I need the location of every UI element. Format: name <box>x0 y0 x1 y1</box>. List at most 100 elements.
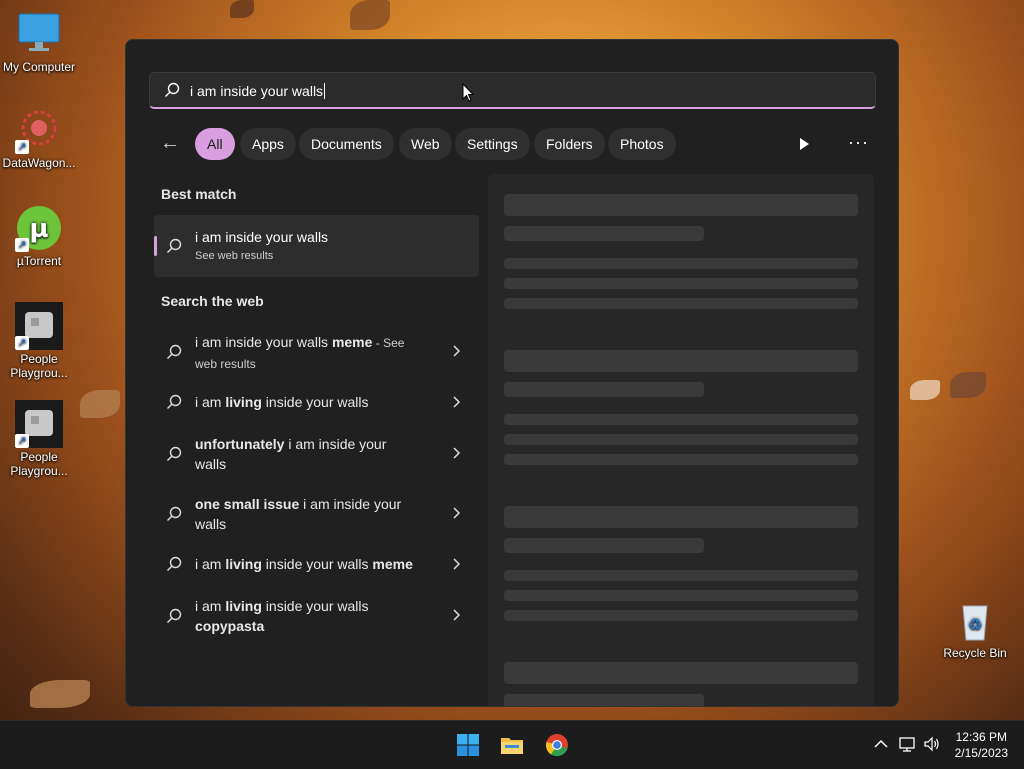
best-match-title: i am inside your walls <box>195 229 329 245</box>
search-icon <box>167 394 182 409</box>
web-result-row[interactable]: one small issue i am inside your walls <box>154 492 479 536</box>
web-result-row[interactable]: i am living inside your walls <box>154 390 479 414</box>
preview-pane-loading <box>488 174 874 706</box>
desktop-icon-my-computer[interactable]: My Computer <box>1 10 77 74</box>
text-caret <box>324 83 326 99</box>
monitor-icon <box>15 10 63 58</box>
search-icon <box>167 608 182 623</box>
search-icon <box>167 446 182 461</box>
skeleton-block <box>504 590 858 601</box>
filter-chip-all[interactable]: All <box>195 128 235 160</box>
web-result-text: i am living inside your walls copypasta <box>195 598 369 634</box>
search-icon <box>167 238 182 253</box>
chevron-right-icon <box>453 558 461 570</box>
filter-chip-photos[interactable]: Photos <box>608 128 676 160</box>
web-result-text: i am inside your walls meme - See web res… <box>195 334 405 371</box>
search-icon <box>167 344 182 359</box>
taskbar-clock[interactable]: 12:36 PM 2/15/2023 <box>955 729 1008 761</box>
skeleton-block <box>504 350 858 372</box>
chevron-up-icon[interactable] <box>872 735 890 753</box>
web-result-row[interactable]: i am living inside your walls copypasta <box>154 594 479 638</box>
desktop-icon-label: Recycle Bin <box>943 646 1007 660</box>
more-options-button[interactable]: ··· <box>848 132 869 153</box>
chevron-right-icon <box>453 447 461 459</box>
recycle-bin-icon: ♻ <box>951 596 999 644</box>
filter-chip-web[interactable]: Web <box>399 128 452 160</box>
wallpaper-leaf <box>910 380 940 400</box>
chrome-icon[interactable] <box>545 733 569 757</box>
skeleton-block <box>504 298 858 309</box>
search-icon <box>167 506 182 521</box>
chevron-right-icon <box>453 345 461 357</box>
desktop-icon-label: My Computer <box>2 60 76 74</box>
desktop-icon-label: People Playgrou... <box>10 352 68 380</box>
datawagon-icon: ↗ <box>15 106 63 154</box>
shortcut-arrow-icon: ↗ <box>15 140 29 154</box>
wallpaper-leaf <box>350 0 390 30</box>
people-playground-icon: ↗ <box>15 302 63 350</box>
back-arrow-icon[interactable]: ← <box>160 132 182 154</box>
best-match-item[interactable]: i am inside your walls See web results <box>154 215 479 277</box>
wallpaper-leaf <box>80 390 120 418</box>
web-result-text: i am living inside your walls meme <box>195 556 413 572</box>
web-result-text: one small issue i am inside your walls <box>195 496 402 532</box>
utorrent-icon: µ ↗ <box>15 204 63 252</box>
filter-chip-apps[interactable]: Apps <box>240 128 296 160</box>
svg-text:♻: ♻ <box>968 615 982 634</box>
windows-start-icon[interactable] <box>456 733 480 757</box>
web-result-row[interactable]: unfortunately i am inside your walls <box>154 432 479 476</box>
search-icon <box>165 82 180 97</box>
desktop-icon-people-playground-1[interactable]: ↗ People Playgrou... <box>1 302 77 380</box>
filter-chip-settings[interactable]: Settings <box>455 128 530 160</box>
chevron-right-icon <box>453 609 461 621</box>
filter-chip-documents[interactable]: Documents <box>299 128 394 160</box>
search-icon <box>167 556 182 571</box>
search-the-web-heading: Search the web <box>161 293 264 309</box>
wallpaper-leaf <box>950 372 986 398</box>
skeleton-block <box>504 258 858 269</box>
desktop-icon-people-playground-2[interactable]: ↗ People Playgrou... <box>1 400 77 478</box>
wallpaper-leaf <box>30 680 90 708</box>
skeleton-block <box>504 662 858 684</box>
filter-chip-folders[interactable]: Folders <box>534 128 605 160</box>
skeleton-block <box>504 414 858 425</box>
skeleton-block <box>504 382 704 397</box>
web-result-text: unfortunately i am inside your walls <box>195 436 387 472</box>
chevron-right-icon <box>453 507 461 519</box>
network-icon[interactable] <box>898 735 916 753</box>
play-icon[interactable] <box>796 136 812 152</box>
desktop-icon-utorrent[interactable]: µ ↗ µTorrent <box>1 204 77 268</box>
skeleton-block <box>504 694 704 706</box>
chevron-right-icon <box>453 396 461 408</box>
volume-icon[interactable] <box>923 735 941 753</box>
skeleton-block <box>504 610 858 621</box>
search-input[interactable]: i am inside your walls <box>149 72 876 109</box>
mouse-cursor-icon <box>462 83 474 102</box>
desktop-icon-datawagon[interactable]: ↗ DataWagon... <box>1 106 77 170</box>
selection-indicator <box>154 236 157 256</box>
clock-time: 12:36 PM <box>955 730 1007 744</box>
skeleton-block <box>504 538 704 553</box>
search-query-text: i am inside your walls <box>190 83 326 99</box>
skeleton-block <box>504 434 858 445</box>
skeleton-block <box>504 454 858 465</box>
skeleton-block <box>504 570 858 581</box>
web-result-row[interactable]: i am living inside your walls meme <box>154 552 479 576</box>
desktop-icon-recycle-bin[interactable]: ♻ Recycle Bin <box>937 596 1013 660</box>
best-match-heading: Best match <box>161 186 237 202</box>
skeleton-block <box>504 506 858 528</box>
web-result-row[interactable]: i am inside your walls meme - See web res… <box>154 330 479 376</box>
svg-text:µ: µ <box>29 214 48 244</box>
shortcut-arrow-icon: ↗ <box>15 336 29 350</box>
clock-date: 2/15/2023 <box>954 746 1008 760</box>
skeleton-block <box>504 226 704 241</box>
taskbar: 12:36 PM 2/15/2023 <box>0 720 1024 769</box>
people-playground-icon: ↗ <box>15 400 63 448</box>
web-result-text: i am living inside your walls <box>195 394 369 410</box>
start-search-panel: i am inside your walls ← All Apps Docume… <box>125 39 899 707</box>
desktop-icon-label: People Playgrou... <box>10 450 68 478</box>
shortcut-arrow-icon: ↗ <box>15 238 29 252</box>
file-explorer-icon[interactable] <box>500 733 524 757</box>
best-match-subtitle: See web results <box>195 250 274 262</box>
desktop-icon-label: µTorrent <box>16 254 62 268</box>
